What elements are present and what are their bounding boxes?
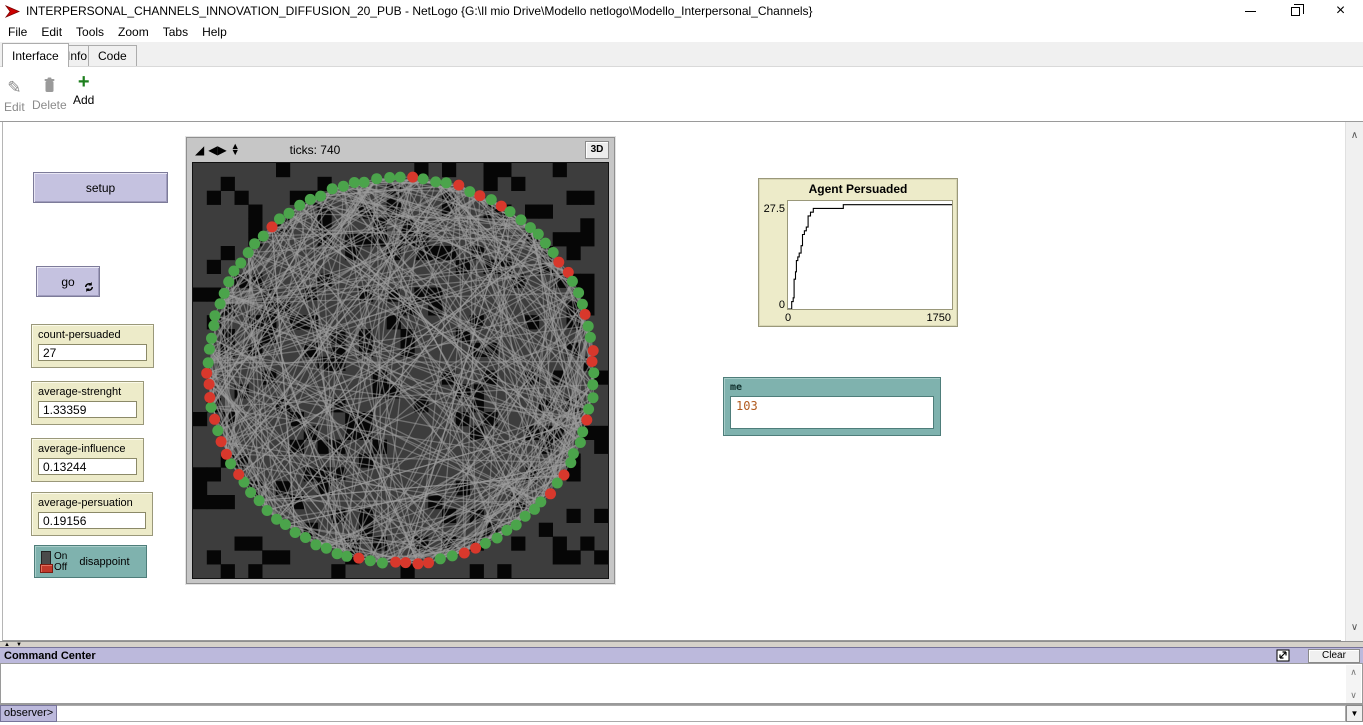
monitor-average-persuation: average-persuation 0.19156: [31, 492, 153, 536]
me-input-widget: me 103: [723, 377, 941, 436]
agent-persuaded-plot: Agent Persuaded 27.5 0 0 1750: [758, 178, 958, 327]
switch-track[interactable]: [41, 551, 51, 573]
pencil-icon: ✎: [7, 78, 21, 97]
menu-tabs[interactable]: Tabs: [157, 23, 194, 41]
close-button[interactable]: ×: [1318, 0, 1363, 22]
monitor-average-strenght: average-strenght 1.33359: [31, 381, 144, 425]
plot-area: [787, 200, 953, 310]
history-dropdown-button[interactable]: ▼: [1346, 705, 1363, 722]
command-center-input-row: observer> ▼: [0, 704, 1363, 722]
monitor-value: 1.33359: [38, 401, 137, 418]
menu-bar: File Edit Tools Zoom Tabs Help: [0, 22, 1363, 42]
delete-tool-label: Delete: [32, 98, 67, 112]
go-button-label: go: [61, 275, 74, 289]
me-input-label: me: [730, 382, 934, 393]
monitor-label: average-persuation: [38, 497, 146, 509]
disappoint-switch[interactable]: On Off disappoint: [34, 545, 147, 578]
minimize-button[interactable]: [1228, 0, 1273, 22]
setup-button-label: setup: [86, 181, 115, 195]
popout-icon[interactable]: [1276, 649, 1290, 662]
forever-icon: [83, 281, 95, 293]
command-center-header: Command Center Clear: [0, 647, 1363, 663]
netlogo-window: INTERPERSONAL_CHANNELS_INNOVATION_DIFFUS…: [0, 0, 1363, 725]
minimize-icon: [1245, 11, 1256, 12]
main-vertical-scrollbar[interactable]: ∧ ∨: [1345, 122, 1363, 641]
edit-tool[interactable]: ✎ Edit: [4, 78, 25, 114]
ticks-counter: ticks: 740: [290, 143, 341, 157]
output-scrollbar[interactable]: ∧ ∨: [1346, 665, 1361, 703]
menu-tools[interactable]: Tools: [70, 23, 110, 41]
restore-button[interactable]: [1273, 0, 1318, 22]
menu-zoom[interactable]: Zoom: [112, 23, 155, 41]
clear-button[interactable]: Clear: [1308, 649, 1360, 663]
tab-code[interactable]: Code: [88, 45, 137, 66]
world-view-widget: ◢ ◀▶ ▲▼ ticks: 740 3D: [186, 137, 615, 584]
threed-button[interactable]: 3D: [585, 141, 609, 159]
plot-title: Agent Persuaded: [759, 179, 957, 196]
plot-ymin-label: 0: [762, 299, 785, 311]
go-button[interactable]: go: [36, 266, 100, 297]
monitor-value: 0.13244: [38, 458, 137, 475]
command-center-title: Command Center: [0, 650, 96, 662]
switch-off-label: Off: [54, 562, 67, 573]
toolbar: ✎ Edit Delete + Add abc Button ▼ normal …: [0, 67, 1363, 122]
menu-help[interactable]: Help: [196, 23, 233, 41]
switch-name-label: disappoint: [79, 556, 129, 568]
observer-prompt[interactable]: observer>: [0, 705, 57, 722]
resize-corner-icon[interactable]: ◢: [195, 143, 204, 157]
world-canvas[interactable]: [192, 162, 609, 579]
setup-button[interactable]: setup: [33, 172, 168, 203]
world-view-header: ◢ ◀▶ ▲▼ ticks: 740 3D: [187, 138, 614, 161]
scroll-up-icon[interactable]: ∧: [1346, 667, 1361, 678]
tab-interface[interactable]: Interface: [2, 43, 69, 67]
trash-icon: [43, 77, 56, 93]
switch-on-label: On: [54, 551, 67, 562]
switch-handle[interactable]: [40, 564, 53, 573]
monitor-count-persuaded: count-persuaded 27: [31, 324, 154, 368]
horizontal-arrows-icon[interactable]: ◀▶: [208, 143, 226, 157]
restore-icon: [1291, 7, 1300, 16]
menu-file[interactable]: File: [2, 23, 33, 41]
scroll-down-icon[interactable]: ∨: [1346, 622, 1363, 633]
scroll-down-icon[interactable]: ∨: [1346, 690, 1361, 701]
me-input-field[interactable]: 103: [730, 396, 934, 429]
command-input[interactable]: [57, 705, 1346, 722]
netlogo-logo-icon: [5, 4, 20, 19]
plot-xmin-label: 0: [785, 312, 791, 324]
edit-tool-label: Edit: [4, 100, 25, 114]
scroll-up-icon[interactable]: ∧: [1346, 130, 1363, 141]
monitor-label: average-strenght: [38, 386, 137, 398]
menu-edit[interactable]: Edit: [35, 23, 68, 41]
plot-ymax-label: 27.5: [762, 203, 785, 215]
window-title: INTERPERSONAL_CHANNELS_INNOVATION_DIFFUS…: [26, 4, 813, 18]
delete-tool[interactable]: Delete: [32, 77, 67, 112]
monitor-value: 27: [38, 344, 147, 361]
add-tool-label: Add: [73, 93, 94, 107]
title-bar: INTERPERSONAL_CHANNELS_INNOVATION_DIFFUS…: [0, 0, 1363, 22]
monitor-average-influence: average-influence 0.13244: [31, 438, 144, 482]
vertical-arrows-icon[interactable]: ▲▼: [231, 143, 240, 157]
monitor-label: count-persuaded: [38, 329, 147, 341]
monitor-label: average-influence: [38, 443, 137, 455]
add-tool[interactable]: + Add: [73, 75, 94, 107]
monitor-value: 0.19156: [38, 512, 146, 529]
tab-strip: Interface Info Code: [0, 42, 1363, 67]
command-center-output[interactable]: ∧ ∨: [0, 663, 1363, 704]
plus-icon: +: [78, 71, 90, 93]
close-icon: ×: [1336, 3, 1345, 19]
plot-xmax-label: 1750: [927, 312, 951, 324]
